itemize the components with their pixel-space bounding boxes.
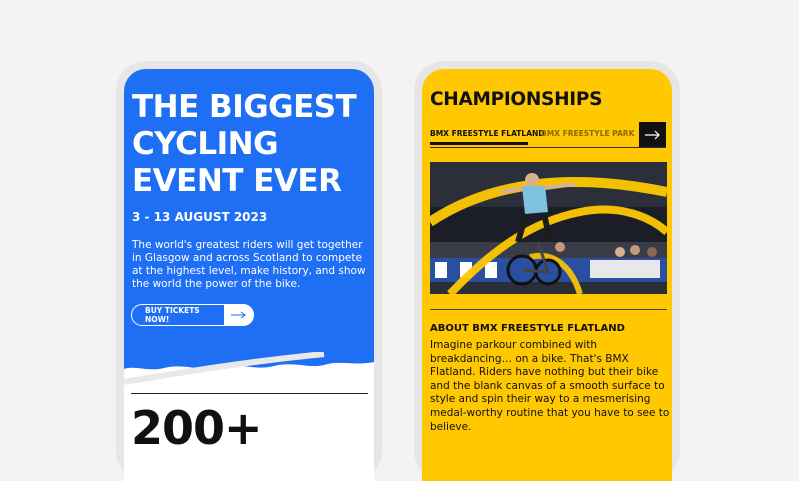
- active-tab-indicator: [430, 142, 528, 145]
- phone-mockup-right: CHAMPIONSHIPS BMX FREESTYLE FLATLAND BMX…: [414, 61, 680, 481]
- arrow-right-icon: [644, 130, 660, 139]
- section-divider: [131, 393, 368, 394]
- home-screen: THE BIGGEST CYCLING EVENT EVER 3 - 13 AU…: [124, 69, 374, 481]
- tab-bmx-freestyle-flatland[interactable]: BMX FREESTYLE FLATLAND: [430, 129, 545, 138]
- brush-edge-decoration: [124, 352, 374, 385]
- hero-title: THE BIGGEST CYCLING EVENT EVER: [132, 89, 357, 199]
- about-description: Imagine parkour combined with breakdanci…: [430, 339, 670, 433]
- event-dates: 3 - 13 AUGUST 2023: [132, 210, 268, 224]
- discipline-tabs: BMX FREESTYLE FLATLAND BMX FREESTYLE PAR…: [430, 122, 666, 148]
- phone-mockup-left: THE BIGGEST CYCLING EVENT EVER 3 - 13 AU…: [116, 61, 382, 481]
- buy-tickets-button[interactable]: BUY TICKETS NOW!: [131, 304, 254, 326]
- photo-illustration: [430, 162, 667, 294]
- arrow-right-icon: [224, 304, 254, 326]
- tab-bmx-freestyle-park[interactable]: BMX FREESTYLE PARK: [541, 129, 634, 138]
- bmx-rider-photo: [430, 162, 667, 294]
- stat-number: 200+: [131, 401, 263, 455]
- section-title: CHAMPIONSHIPS: [430, 89, 603, 110]
- championships-screen: CHAMPIONSHIPS BMX FREESTYLE FLATLAND BMX…: [422, 69, 672, 481]
- hero-description: The world's greatest riders will get tog…: [132, 239, 366, 290]
- about-title: ABOUT BMX FREESTYLE FLATLAND: [430, 323, 625, 334]
- section-divider: [430, 309, 667, 310]
- buy-tickets-label: BUY TICKETS NOW!: [145, 306, 200, 324]
- tabs-next-button[interactable]: [639, 122, 666, 147]
